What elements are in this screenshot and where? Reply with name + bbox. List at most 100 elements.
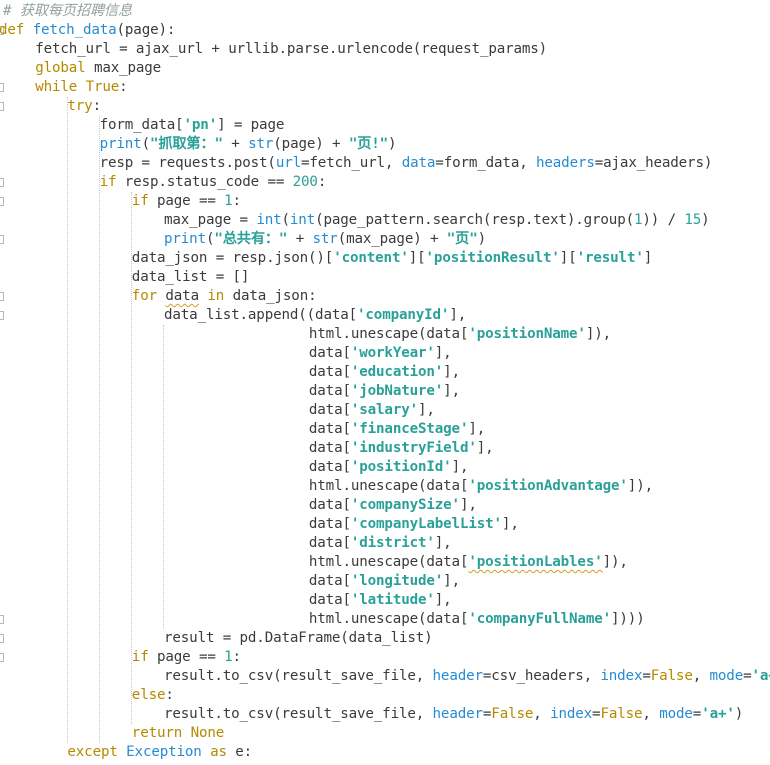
code-token: data[ [308,592,351,608]
code-line[interactable]: while True: [35,78,128,97]
code-token: ]), [602,554,628,570]
code-token: 'positionLables' [468,554,603,570]
code-line[interactable]: data['workYear'], [309,344,452,363]
code-line[interactable]: fetch_url = ajax_url + urllib.parse.urle… [35,40,547,59]
fold-marker-icon[interactable] [0,102,4,111]
code-token: ], [443,383,460,399]
indent-guide [131,192,132,724]
code-line[interactable]: data['companySize'], [309,496,477,515]
code-line[interactable]: def fetch_data(page): [0,21,175,40]
code-token: fetch_data [32,22,117,38]
fold-marker-icon[interactable] [0,311,4,320]
fold-marker-icon[interactable] [0,178,4,187]
code-line[interactable]: if page == 1: [132,192,241,211]
code-token: = [743,668,752,684]
code-token: data[ [308,497,351,513]
code-token: # 获取每页招聘信息 [3,3,133,19]
code-line[interactable]: result = pd.DataFrame(data_list) [164,629,433,648]
code-token: headers [536,155,595,171]
code-line[interactable]: html.unescape(data['companyFullName']))) [309,610,645,629]
code-line[interactable]: data_list.append((data['companyId'], [164,306,466,325]
code-line[interactable]: data['latitude'], [309,591,452,610]
code-token: =csv_headers, [482,668,601,684]
code-token: data_json = resp.json()[ [131,250,334,266]
fold-marker-icon[interactable] [0,653,4,662]
code-token: form_data[ [99,117,184,133]
code-line[interactable]: global max_page [35,59,161,78]
code-line[interactable]: data_list = [] [132,268,250,287]
code-token: : [317,174,327,190]
code-token: data [165,288,199,304]
code-token: page == [148,193,225,209]
fold-marker-icon[interactable] [0,634,4,643]
code-line[interactable]: print("总共有：" + str(max_page) + "页") [164,230,486,249]
code-token: ( [141,136,151,152]
code-line[interactable]: data['financeStage'], [309,420,485,439]
code-line[interactable]: if page == 1: [132,648,241,667]
code-token: 'pn' [183,117,218,133]
code-line[interactable]: else: [132,686,174,705]
code-line[interactable]: result.to_csv(result_save_file, header = F… [164,705,743,724]
code-line[interactable]: data['longitude'], [309,572,460,591]
code-token: 'a+' [701,706,735,722]
code-line[interactable]: data['jobNature'], [309,382,460,401]
fold-marker-icon[interactable] [0,235,4,244]
code-line[interactable]: html.unescape(data['positionLables']), [309,553,628,572]
code-token: data[ [308,345,351,361]
code-line[interactable]: html.unescape(data['positionAdvantage'])… [309,477,653,496]
code-line[interactable]: # 获取每页招聘信息 [3,2,132,21]
code-line[interactable]: data['companyLabelList'], [309,515,519,534]
code-token: data [401,155,436,171]
code-line[interactable]: data_json = resp.json()['content']['posi… [131,249,653,268]
code-line[interactable]: max_page = int(int(page_pattern.search(r… [164,211,710,230]
code-line[interactable]: try: [67,97,101,116]
fold-marker-icon[interactable] [0,615,4,624]
code-line[interactable]: data['district'], [309,534,452,553]
code-token: fetch_url = ajax_url + urllib.parse.urle… [35,41,548,57]
code-token: str [248,136,274,152]
code-token: 'positionAdvantage' [468,478,628,494]
code-line[interactable]: result.to_csv(result_save_file, header=c… [164,667,770,686]
code-token: str [312,231,338,247]
code-token: page == [148,649,225,665]
code-token: ( [281,212,291,228]
code-line[interactable]: data['education'], [309,363,460,382]
code-token: ], [501,516,519,532]
code-line[interactable]: if resp.status_code == 200: [100,173,327,192]
code-line[interactable]: for data in data_json: [132,287,317,306]
indent-guide [99,116,100,743]
code-token: ], [449,307,467,323]
code-token: 'companySize' [350,497,460,513]
code-line[interactable]: data['salary'], [309,401,435,420]
code-token: 'companyId' [357,307,450,323]
code-line[interactable]: resp = requests.post(url=fetch_url, data… [100,154,713,173]
code-token: 1 [224,193,233,209]
code-line[interactable]: data['industryField'], [309,439,494,458]
code-token: else [131,687,166,703]
code-token: ], [418,402,435,418]
code-editor[interactable]: # 获取每页招聘信息 def fetch_data(page): fetch_url… [0,0,770,765]
code-token: 1 [224,649,233,665]
code-line[interactable]: html.unescape(data['positionName']), [309,325,611,344]
code-token: 'salary' [350,402,418,418]
code-line[interactable]: return None [132,724,224,743]
code-line[interactable]: form_data['pn'] = page [100,116,285,135]
code-token: ], [459,497,477,513]
code-token: 'positionName' [468,326,586,342]
fold-marker-icon[interactable] [0,292,4,301]
code-token: if [99,174,117,190]
code-token: + [222,136,249,152]
fold-marker-icon[interactable] [0,83,4,92]
code-token: 'content' [333,250,409,266]
code-line[interactable]: data['positionId'], [309,458,469,477]
code-line[interactable]: print("抓取第：" + str(page) + "页!") [100,135,397,154]
code-token: True [85,79,120,95]
indent-guide [163,325,164,629]
fold-marker-icon[interactable] [0,197,4,206]
code-token: url [275,155,302,171]
code-token: ], [443,573,460,589]
code-token: ], [451,459,469,475]
code-line[interactable]: except Exception as e: [67,743,252,762]
